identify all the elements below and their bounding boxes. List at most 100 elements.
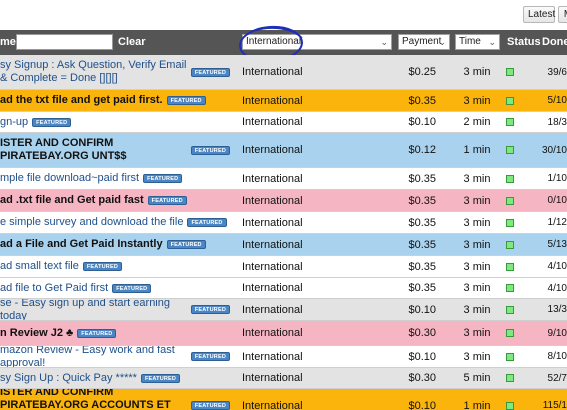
- job-done-count: 39/6: [547, 66, 567, 78]
- status-active-icon: [506, 284, 514, 292]
- clear-button[interactable]: Clear: [118, 36, 146, 48]
- job-time: 3 min: [463, 260, 491, 273]
- job-title-text: gn-up: [0, 115, 29, 128]
- job-country: International: [242, 66, 303, 78]
- job-title-link[interactable]: ISTER AND CONFIRM PIRATEBAY.ORG UNT$$ FEA…: [0, 133, 232, 167]
- status-active-icon: [506, 401, 514, 410]
- job-payment: $0.10: [408, 399, 436, 410]
- job-title-link[interactable]: n Review J2 ♣ FEATURED: [0, 321, 232, 345]
- status-active-icon: [506, 146, 514, 154]
- latest-button[interactable]: Latest: [523, 6, 555, 23]
- status-active-icon: [506, 240, 514, 249]
- job-country: International: [242, 350, 303, 363]
- featured-badge: FEATURED: [112, 283, 152, 293]
- job-row: mple file download~paid first FEATURED Int…: [0, 168, 567, 190]
- job-status: [506, 55, 514, 89]
- name-filter-input[interactable]: [16, 34, 113, 50]
- job-done-count: 4/10: [547, 261, 567, 272]
- job-title-link[interactable]: ad a File and Get Paid Instantly FEATURED: [0, 234, 232, 255]
- job-payment: $0.30: [408, 372, 436, 384]
- job-row: ad the txt file and get paid first. FEATU…: [0, 90, 567, 112]
- job-time: 3 min: [463, 216, 491, 229]
- job-title-link[interactable]: sy Sign Up : Quick Pay ***** FEATURED: [0, 368, 232, 388]
- job-title-link[interactable]: ad .txt file and Get paid fast FEATURED: [0, 190, 232, 211]
- featured-badge: FEATURED: [166, 96, 206, 105]
- job-payment: $0.10: [408, 350, 436, 363]
- job-title-text: n Review J2 ♣: [0, 326, 74, 339]
- job-title-link[interactable]: mazon Review - Easy work and fast approv…: [0, 346, 232, 367]
- featured-badge: FEATURED: [147, 196, 187, 205]
- job-row: sy Sign Up : Quick Pay ***** FEATURED Inte…: [0, 368, 567, 389]
- job-status: [506, 299, 514, 320]
- job-status: [506, 368, 514, 388]
- job-payment: $0.30: [408, 327, 436, 339]
- job-row: mazon Review - Easy work and fast approv…: [0, 346, 567, 368]
- job-payment: $0.35: [408, 260, 436, 273]
- job-row: sy Signup : Ask Question, Verify Email &…: [0, 55, 567, 90]
- job-title-link[interactable]: ad the txt file and get paid first. FEATU…: [0, 90, 232, 111]
- job-row: n Review J2 ♣ FEATURED International $0.30 3…: [0, 321, 567, 346]
- job-title-text: ad a File and Get Paid Instantly: [0, 238, 163, 250]
- job-done-count: 18/3: [547, 116, 567, 128]
- featured-badge: FEATURED: [187, 218, 227, 227]
- job-done-count: 9/10: [547, 327, 567, 339]
- job-country: International: [242, 94, 303, 107]
- featured-badge: FEATURED: [77, 328, 117, 338]
- job-time: 1 min: [463, 399, 491, 410]
- featured-badge: FEATURED: [190, 401, 230, 410]
- status-active-icon: [506, 305, 514, 314]
- job-title-link[interactable]: ad file to Get Paid first FEATURED: [0, 278, 232, 298]
- job-title-link[interactable]: ISTER AND CONFIRM PIRATEBAY.ORG ACCOUNTS…: [0, 389, 232, 410]
- time-sort-select[interactable]: Time ⌄: [455, 34, 500, 50]
- chevron-down-icon: ⌄: [438, 37, 446, 47]
- job-status: [506, 234, 514, 255]
- job-done-count: 1/10: [547, 173, 567, 184]
- status-active-icon: [506, 352, 514, 361]
- featured-badge: FEATURED: [190, 67, 230, 77]
- country-filter-select[interactable]: International ⌄: [242, 34, 392, 50]
- job-status: [506, 321, 514, 345]
- featured-badge: FEATURED: [190, 352, 230, 361]
- job-row: ad a File and Get Paid Instantly FEATURED…: [0, 234, 567, 256]
- job-done-count: 115/1: [542, 400, 567, 410]
- job-row: ad small text file FEATURED International $…: [0, 256, 567, 278]
- done-column-label: Done: [542, 36, 567, 48]
- job-title-link[interactable]: ad small text file FEATURED: [0, 256, 232, 277]
- payment-sort-value: Payment: [402, 36, 442, 47]
- job-title-text: sy Signup : Ask Question, Verify Email &…: [0, 59, 187, 84]
- job-country: International: [242, 303, 303, 316]
- status-active-icon: [506, 329, 514, 337]
- job-done-count: 30/10: [541, 144, 567, 156]
- job-country: International: [242, 116, 303, 128]
- job-row: gn-up FEATURED International $0.10 2 min 18/3: [0, 112, 567, 133]
- more-sort-button[interactable]: M: [558, 6, 567, 23]
- job-time: 3 min: [463, 238, 491, 251]
- job-title-text: ad small text file: [0, 260, 79, 272]
- job-title-link[interactable]: gn-up FEATURED: [0, 112, 232, 132]
- payment-sort-select[interactable]: Payment ⌄: [398, 34, 450, 50]
- job-country: International: [242, 216, 303, 229]
- job-title-link[interactable]: mple file download~paid first FEATURED: [0, 168, 232, 189]
- job-time: 2 min: [463, 116, 491, 128]
- featured-badge: FEATURED: [190, 305, 230, 314]
- job-title-link[interactable]: sy Signup : Ask Question, Verify Email &…: [0, 55, 232, 89]
- job-time: 3 min: [463, 66, 491, 78]
- status-active-icon: [506, 196, 514, 205]
- job-title-text: ISTER AND CONFIRM PIRATEBAY.ORG UNT$$: [0, 137, 127, 162]
- job-row: e simple survey and download the file FEA…: [0, 212, 567, 234]
- job-title-text: mazon Review - Easy work and fast approv…: [0, 346, 175, 367]
- featured-badge: FEATURED: [32, 117, 72, 127]
- job-title-text: ISTER AND CONFIRM PIRATEBAY.ORG ACCOUNTS…: [0, 389, 171, 410]
- job-country: International: [242, 372, 303, 384]
- job-title-link[interactable]: se - Easy sign up and start earning toda…: [0, 299, 232, 320]
- job-payment: $0.35: [408, 172, 436, 185]
- job-done-count: 8/10: [547, 351, 567, 362]
- status-active-icon: [506, 118, 514, 126]
- job-country: International: [242, 399, 303, 410]
- job-status: [506, 133, 514, 167]
- job-done-count: 13/3: [547, 304, 567, 315]
- job-status: [506, 389, 514, 410]
- job-list: sy Signup : Ask Question, Verify Email &…: [0, 55, 567, 410]
- job-title-link[interactable]: e simple survey and download the file FEA…: [0, 212, 232, 233]
- job-country: International: [242, 194, 303, 207]
